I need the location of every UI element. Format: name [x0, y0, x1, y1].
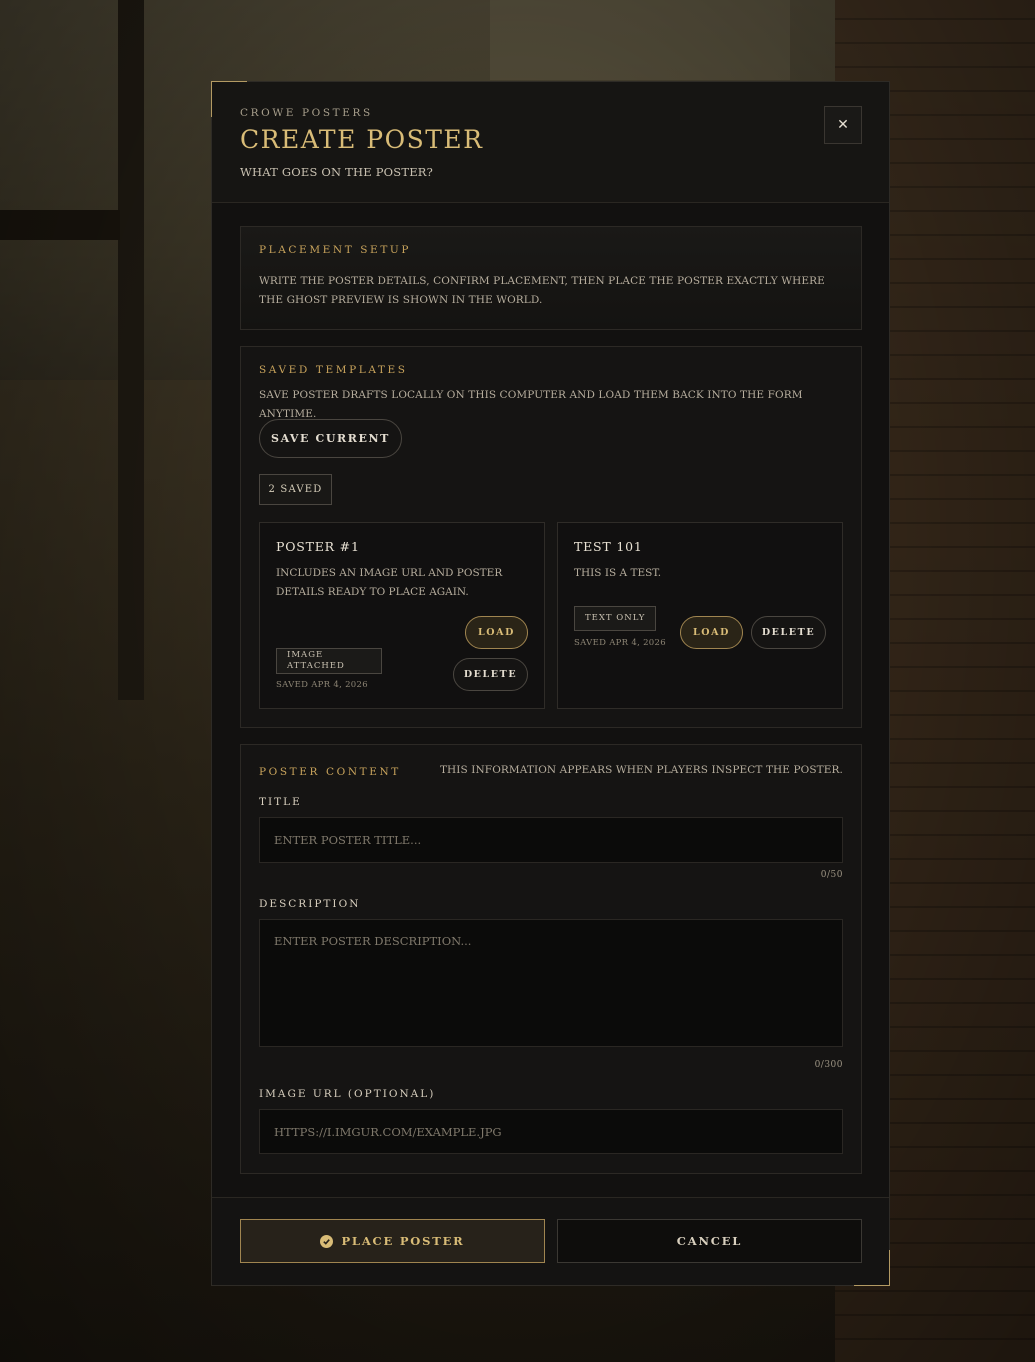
placement-setup-text: Write the poster details, confirm placem… [259, 275, 825, 306]
close-button[interactable]: ✕ [824, 106, 862, 144]
poster-content-label: Poster Content [259, 766, 401, 778]
template-tag: Image attached [276, 648, 382, 674]
title-input[interactable] [259, 817, 843, 863]
template-title: Poster #1 [276, 539, 360, 554]
description-char-counter: 0/300 [814, 1060, 843, 1070]
close-icon: ✕ [837, 117, 849, 133]
description-textarea[interactable] [259, 919, 843, 1047]
load-template-button[interactable]: Load [680, 616, 743, 649]
delete-template-button[interactable]: Delete [453, 658, 528, 691]
saved-templates-section: Saved Templates Save poster drafts local… [240, 346, 862, 728]
template-title: Test 101 [574, 539, 643, 554]
cancel-button[interactable]: Cancel [557, 1219, 862, 1263]
place-poster-button[interactable]: Place Poster [240, 1219, 545, 1263]
placement-setup-label: Placement Setup [259, 244, 412, 256]
placement-setup-section: Placement Setup Write the poster details… [240, 226, 862, 330]
dialog-title: Create Poster [240, 125, 484, 154]
title-char-counter: 0/50 [820, 870, 843, 880]
create-poster-dialog: Crowe Posters Create Poster What goes on… [211, 81, 890, 1286]
dialog-header: Crowe Posters Create Poster What goes on… [212, 82, 889, 203]
image-url-input[interactable] [259, 1109, 843, 1154]
delete-template-button[interactable]: Delete [751, 616, 826, 649]
template-description: This is a test. [574, 567, 662, 579]
dialog-subtitle: What goes on the poster? [240, 165, 434, 179]
poster-content-section: Poster Content This information appears … [240, 744, 862, 1174]
template-tag: Text only [574, 606, 657, 631]
template-description: Includes an image URL and poster details… [276, 567, 503, 598]
poster-content-hint: This information appears when players in… [439, 764, 843, 776]
title-field-label: Title [259, 796, 302, 808]
image-url-field-label: Image URL (Optional) [259, 1088, 436, 1100]
save-current-button[interactable]: Save Current [259, 419, 402, 458]
template-saved-date: Saved Apr 4, 2026 [574, 638, 666, 648]
load-template-button[interactable]: Load [465, 616, 528, 649]
dialog-eyebrow: Crowe Posters [240, 107, 373, 119]
check-circle-icon [320, 1234, 334, 1248]
template-card: Test 101 This is a test. Text only Saved… [557, 522, 843, 709]
saved-templates-label: Saved Templates [259, 364, 408, 376]
template-card: Poster #1 Includes an image URL and post… [259, 522, 545, 709]
place-poster-label: Place Poster [341, 1234, 465, 1248]
saved-count-badge: 2 Saved [259, 474, 332, 505]
description-field-label: Description [259, 898, 361, 910]
dialog-footer: Place Poster Cancel [212, 1197, 889, 1285]
template-saved-date: Saved Apr 4, 2026 [276, 680, 368, 690]
